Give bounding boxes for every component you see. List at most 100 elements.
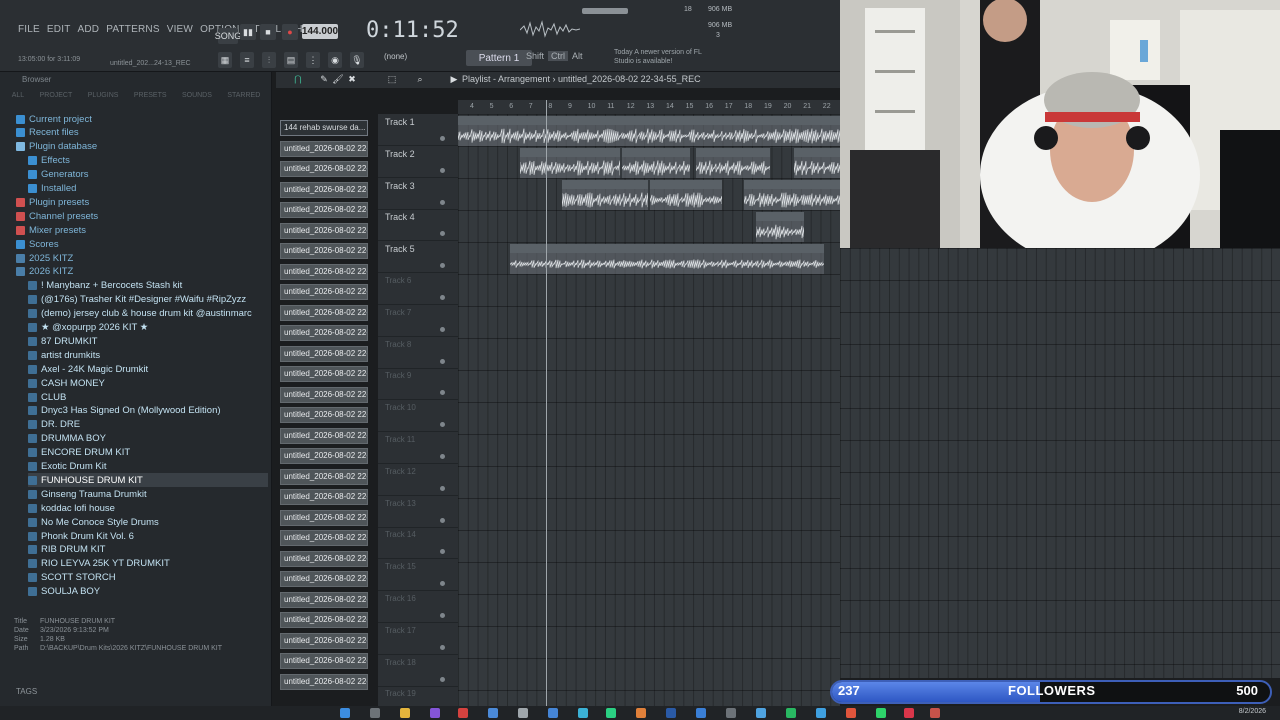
clip-source-item[interactable]: untitled_2026-08-02 22- <box>280 489 368 505</box>
audio-clip[interactable]: untitled_2...4-13_REC <box>650 180 722 210</box>
shift-key-indicator[interactable]: Shift <box>526 51 544 61</box>
clip-source-item[interactable]: untitled_2026-08-02 22- <box>280 366 368 382</box>
track-header[interactable]: Track 8 <box>378 337 458 369</box>
browser-item[interactable]: Installed <box>28 182 76 196</box>
browser-item[interactable]: DRUMMA BOY <box>28 432 106 446</box>
browser-tab-project[interactable]: PROJECT <box>40 92 73 106</box>
play-tool-icon[interactable]: ▶ <box>448 73 460 86</box>
track-mute-icon[interactable] <box>440 644 445 650</box>
app-icon-4[interactable] <box>518 708 528 718</box>
search-icon[interactable] <box>370 708 380 718</box>
browser-item[interactable]: ★ @xopurpp 2026 KIT ★ <box>28 321 148 335</box>
clip-source-item[interactable]: untitled_2026-08-02 22- <box>280 304 368 321</box>
browser-item[interactable]: ENCORE DRUM KIT <box>28 446 130 460</box>
clip-source-item[interactable]: untitled_2026-08-02 22- <box>280 202 368 218</box>
clip-source-item[interactable]: 144 rehab swurse da... <box>280 120 368 136</box>
track-mute-icon[interactable] <box>440 581 445 587</box>
browser-item[interactable]: koddac lofi house <box>28 501 115 515</box>
audio-clip[interactable]: untitled_20...23-47_REC <box>562 180 648 210</box>
browser-item[interactable]: Dnyc3 Has Signed On (Mollywood Edition) <box>28 404 221 418</box>
track-header[interactable]: Track 12 <box>378 464 458 496</box>
magnet-icon[interactable]: ⋂ <box>292 73 304 86</box>
clip-source-item[interactable]: untitled_2026-08-02 22- <box>280 427 368 444</box>
clip-source-item[interactable]: untitled_2026-08-02 22- <box>280 571 368 587</box>
browser-item[interactable]: Channel presets <box>16 209 98 223</box>
app-icon-10[interactable] <box>696 708 706 718</box>
menu-add[interactable]: ADD <box>78 24 100 35</box>
browser-item[interactable]: Effects <box>28 154 70 168</box>
browser-tab-all[interactable]: ALL <box>12 92 24 106</box>
menu-view[interactable]: VIEW <box>167 24 193 35</box>
clip-source-item[interactable]: untitled_2026-08-02 22- <box>280 468 368 485</box>
browser-item[interactable]: 2026 KITZ <box>16 265 73 279</box>
browser-item[interactable]: (demo) jersey club & house drum kit @aus… <box>28 307 252 321</box>
clip-source-item[interactable]: untitled_2026-08-02 22- <box>280 550 368 567</box>
browser-item[interactable]: (@176s) Trasher Kit #Designer #Waifu #Ri… <box>28 293 246 307</box>
snap-selector[interactable]: (none) <box>384 52 407 61</box>
browser-item[interactable]: ! Manybanz + Bercocets Stash kit <box>28 279 182 293</box>
menu-edit[interactable]: EDIT <box>47 24 71 35</box>
browser-item[interactable]: 2025 KITZ <box>16 251 73 265</box>
alt-key-indicator[interactable]: Alt <box>572 51 583 61</box>
track-mute-icon[interactable] <box>440 263 445 269</box>
track-mute-icon[interactable] <box>440 422 445 428</box>
draw-tool-icon[interactable]: ✎ <box>318 73 330 86</box>
audio-clip[interactable]: untitled...-05_REC <box>622 148 690 178</box>
browser-item[interactable]: FUNHOUSE DRUM KIT <box>28 473 268 488</box>
app-icon-16[interactable] <box>876 708 886 718</box>
audio-clip[interactable]: untitled_2...24-24_REC <box>696 148 770 178</box>
clip-source-item[interactable]: untitled_2026-08-02 22- <box>280 386 368 403</box>
browser-item[interactable]: CASH MONEY <box>28 376 105 390</box>
app-icon-3[interactable] <box>488 708 498 718</box>
mixer-icon[interactable]: ⫶ <box>262 52 276 68</box>
ctrl-key-indicator[interactable]: Ctrl <box>548 51 568 61</box>
start-icon[interactable] <box>340 708 350 718</box>
app-icon-7[interactable] <box>606 708 616 718</box>
tags-label[interactable]: TAGS <box>16 687 37 696</box>
audio-clip[interactable]: untitled_2026-...22-27-20_R <box>744 180 840 210</box>
track-header[interactable]: Track 5 <box>378 241 458 274</box>
track-header[interactable]: Track 7 <box>378 305 458 337</box>
clip-source-item[interactable]: untitled_2026-08-02 22- <box>280 263 368 280</box>
track-header[interactable]: Track 4 <box>378 209 458 242</box>
record-button[interactable]: ● <box>282 24 298 40</box>
stop-button[interactable]: ■ <box>260 24 276 40</box>
browser-item[interactable]: Current project <box>16 112 92 126</box>
clip-source-item[interactable]: untitled_2026-08-02 22- <box>280 161 368 177</box>
browser-item[interactable]: RIB DRUM KIT <box>28 543 105 557</box>
clip-source-item[interactable]: untitled_2026-08-02 22- <box>280 345 368 362</box>
audio-clip[interactable]: 144 rehab swurse darko <box>458 116 840 146</box>
browser-item[interactable]: 87 DRUMKIT <box>28 334 97 348</box>
piano-roll-icon[interactable]: ▤ <box>284 52 298 68</box>
track-mute-icon[interactable] <box>440 295 445 300</box>
track-mute-icon[interactable] <box>440 136 445 141</box>
track-header[interactable]: Track 15 <box>378 559 458 592</box>
track-mute-icon[interactable] <box>440 485 445 491</box>
app-icon-5[interactable] <box>548 708 558 718</box>
browser-item[interactable]: artist drumkits <box>28 348 100 362</box>
track-header[interactable]: Track 9 <box>378 368 458 401</box>
browser-item[interactable]: CLUB <box>28 390 66 404</box>
browser-item[interactable]: Phonk Drum Kit Vol. 6 <box>28 529 134 543</box>
menu-file[interactable]: FILE <box>18 24 40 35</box>
track-header[interactable]: Track 18 <box>378 655 458 687</box>
app-icon-2[interactable] <box>458 708 468 718</box>
clip-source-item[interactable]: untitled_2026-08-02 22- <box>280 509 368 526</box>
app-icon-18[interactable] <box>930 708 940 718</box>
browser-item[interactable]: Ginseng Trauma Drumkit <box>28 487 147 501</box>
clip-source-item[interactable]: untitled_2026-08-02 22- <box>280 284 368 300</box>
clip-source-item[interactable]: untitled_2026-08-02 22- <box>280 530 368 546</box>
browser-item[interactable]: Generators <box>28 168 89 182</box>
app-icon-14[interactable] <box>816 708 826 718</box>
browser-tab-sounds[interactable]: SOUNDS <box>182 92 212 106</box>
track-mute-icon[interactable] <box>440 231 445 237</box>
browser-tab-presets[interactable]: PRESETS <box>134 92 167 106</box>
menu-patterns[interactable]: PATTERNS <box>106 24 159 35</box>
clip-source-item[interactable]: untitled_2026-08-02 22- <box>280 243 368 259</box>
microphone-icon[interactable]: 🎙 <box>350 52 364 68</box>
browser-item[interactable]: Axel - 24K Magic Drumkit <box>28 362 148 376</box>
app-icon-8[interactable] <box>636 708 646 718</box>
clip-source-item[interactable]: untitled_2026-08-02 22- <box>280 653 368 669</box>
zoom-tool-icon[interactable]: ⌕ <box>414 73 426 86</box>
browser-item[interactable]: Plugin presets <box>16 195 89 209</box>
